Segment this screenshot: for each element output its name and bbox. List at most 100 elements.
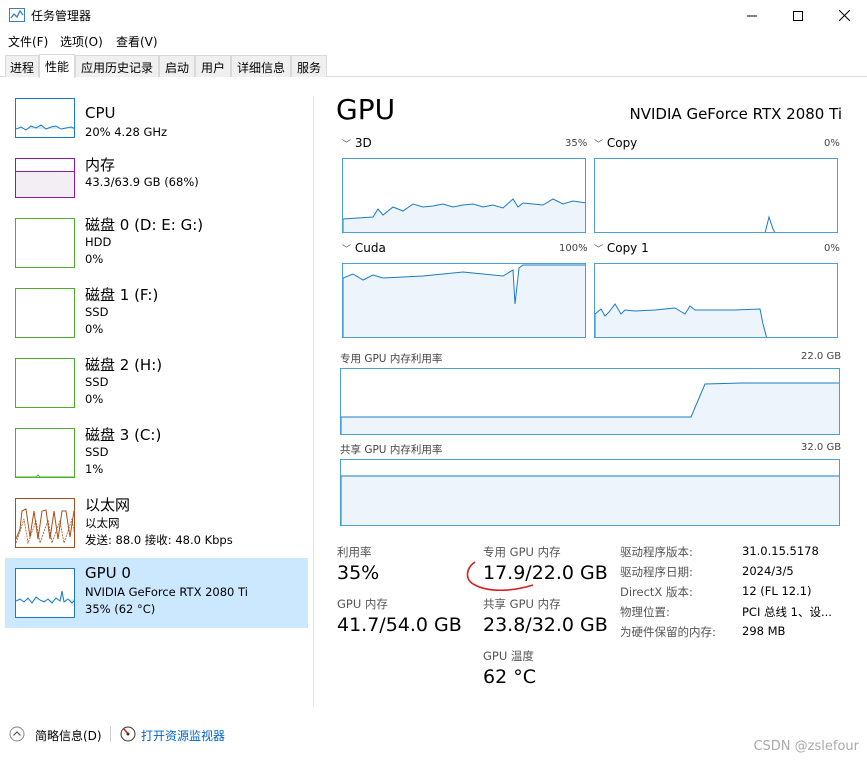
- sidebar-item-usage: 0%: [85, 252, 104, 266]
- tab-bar: 进程 性能 应用历史记录 启动 用户 详细信息 服务: [0, 54, 867, 78]
- title-bar: 任务管理器: [0, 0, 867, 31]
- sidebar-item-detail: SSD: [85, 445, 109, 459]
- gpu-temperature-label: GPU 温度: [483, 649, 534, 663]
- sidebar-item-name: 以太网: [85, 496, 131, 514]
- ethernet-thumbnail-graph: [15, 498, 75, 548]
- maximize-icon: [793, 10, 803, 21]
- tab-services[interactable]: 服务: [291, 55, 327, 77]
- engine-name: Copy 1: [606, 241, 649, 255]
- red-annotation-mark: [466, 561, 534, 592]
- close-icon: [838, 10, 850, 21]
- tab-app-history[interactable]: 应用历史记录: [75, 55, 159, 77]
- engine-name: Cuda: [354, 241, 386, 255]
- engine-copy-selector[interactable]: ﹀ Copy: [594, 136, 637, 150]
- engine-3d-selector[interactable]: ﹀ 3D: [342, 136, 372, 150]
- sidebar-item-name: GPU 0: [85, 564, 131, 582]
- footer-divider: [110, 726, 111, 742]
- dedicated-memory-max: 22.0 GB: [801, 351, 842, 362]
- sidebar-item-usage: 0%: [85, 322, 104, 336]
- prop-label: 物理位置:: [620, 605, 670, 619]
- tab-users[interactable]: 用户: [195, 55, 231, 77]
- directx-version-value: 12 (FL 12.1): [742, 584, 812, 598]
- shared-memory-stat-value: 23.8/32.0 GB: [483, 614, 608, 636]
- page-title: GPU: [336, 93, 396, 126]
- sidebar-item-name: 磁盘 1 (F:): [85, 286, 159, 304]
- prop-label: 驱动程序版本:: [620, 545, 693, 559]
- sidebar-item-gpu-0[interactable]: GPU 0 NVIDIA GeForce RTX 2080 Ti 35% (62…: [5, 558, 308, 628]
- close-button[interactable]: [821, 0, 867, 31]
- minimize-icon: [747, 15, 757, 16]
- gpu-memory-label: GPU 内存: [337, 597, 388, 611]
- engine-cuda-selector[interactable]: ﹀ Cuda: [342, 241, 386, 255]
- open-resource-monitor-link[interactable]: 打开资源监视器: [141, 727, 225, 744]
- tab-processes[interactable]: 进程: [5, 55, 39, 77]
- memory-thumbnail-graph: [15, 158, 75, 198]
- dedicated-memory-graph: [340, 368, 840, 435]
- engine-max-label: 35%: [565, 138, 588, 149]
- sidebar-item-name: 磁盘 2 (H:): [85, 356, 163, 374]
- menu-view[interactable]: 查看(V): [116, 33, 158, 50]
- sidebar-item-detail: HDD: [85, 235, 112, 249]
- sidebar-item-ethernet[interactable]: 以太网 以太网 发送: 88.0 接收: 48.0 Kbps: [5, 488, 308, 558]
- shared-memory-label: 共享 GPU 内存利用率: [340, 444, 443, 456]
- chevron-up-icon[interactable]: [9, 726, 25, 742]
- csdn-watermark: CSDN @zslefour: [753, 739, 859, 754]
- utilization-value: 35%: [337, 562, 380, 584]
- gpu-thumbnail-graph: [15, 568, 75, 618]
- maximize-button[interactable]: [775, 0, 821, 31]
- shared-memory-stat-label: 共享 GPU 内存: [483, 597, 561, 611]
- gpu-model-name: NVIDIA GeForce RTX 2080 Ti: [629, 105, 842, 123]
- physical-location-value: PCI 总线 1、设...: [742, 605, 832, 619]
- engine-copy1-selector[interactable]: ﹀ Copy 1: [594, 241, 649, 255]
- menu-options[interactable]: 选项(O): [60, 33, 103, 50]
- tab-details[interactable]: 详细信息: [231, 55, 291, 77]
- chevron-down-icon: ﹀: [342, 245, 352, 255]
- sidebar-item-detail: 20% 4.28 GHz: [85, 125, 168, 139]
- engine-name: Copy: [606, 136, 638, 150]
- engine-copy-graph: [594, 158, 838, 233]
- tab-performance[interactable]: 性能: [39, 54, 75, 78]
- resource-sidebar: CPU 20% 4.28 GHz 内存 43.3/63.9 GB (68%) 磁…: [0, 78, 313, 708]
- fewer-details-button[interactable]: 简略信息(D): [35, 727, 102, 744]
- sidebar-item-throughput: 发送: 88.0 接收: 48.0 Kbps: [85, 533, 233, 547]
- menu-bar: 文件(F) 选项(O) 查看(V): [0, 31, 867, 51]
- prop-label: 为硬件保留的内存:: [620, 625, 716, 639]
- sidebar-divider: [313, 96, 314, 706]
- shared-memory-graph: [340, 459, 840, 526]
- sidebar-item-detail: 以太网: [85, 516, 120, 530]
- tab-startup[interactable]: 启动: [159, 55, 195, 77]
- engine-name: 3D: [354, 136, 372, 150]
- engine-max-label: 100%: [559, 243, 588, 254]
- prop-label: 驱动程序日期:: [620, 565, 693, 579]
- sidebar-item-usage: 1%: [85, 462, 104, 476]
- sidebar-item-name: 内存: [85, 156, 116, 174]
- driver-version-value: 31.0.15.5178: [742, 544, 819, 558]
- sidebar-item-disk-1[interactable]: 磁盘 1 (F:) SSD 0%: [5, 278, 308, 348]
- prop-label: DirectX 版本:: [620, 585, 693, 599]
- sidebar-item-detail: 43.3/63.9 GB (68%): [85, 175, 199, 189]
- sidebar-item-disk-2[interactable]: 磁盘 2 (H:) SSD 0%: [5, 348, 308, 418]
- menu-file[interactable]: 文件(F): [8, 33, 48, 50]
- engine-copy1-graph: [594, 263, 838, 338]
- sidebar-item-usage: 35% (62 °C): [85, 602, 156, 616]
- disk-thumbnail-graph: [15, 288, 75, 338]
- disk-thumbnail-graph: [15, 428, 75, 478]
- gpu-detail-panel: GPU NVIDIA GeForce RTX 2080 Ti ﹀ 3D 35% …: [325, 78, 867, 708]
- engine-3d-graph: [342, 158, 586, 233]
- window-title: 任务管理器: [31, 9, 92, 23]
- disk-thumbnail-graph: [15, 218, 75, 268]
- sidebar-item-usage: 0%: [85, 392, 104, 406]
- footer-bar: 简略信息(D) 打开资源监视器: [0, 708, 867, 760]
- sidebar-item-disk-0[interactable]: 磁盘 0 (D: E: G:) HDD 0%: [5, 208, 308, 278]
- utilization-label: 利用率: [337, 545, 372, 559]
- sidebar-item-detail: SSD: [85, 305, 109, 319]
- reserved-memory-value: 298 MB: [742, 624, 786, 638]
- cpu-thumbnail-graph: [15, 98, 75, 138]
- engine-cuda-graph: [342, 263, 586, 338]
- sidebar-item-name: CPU: [85, 104, 116, 122]
- minimize-button[interactable]: [729, 0, 775, 31]
- sidebar-item-disk-3[interactable]: 磁盘 3 (C:) SSD 1%: [5, 418, 308, 488]
- task-manager-window: 任务管理器 文件(F) 选项(O) 查看(V) 进程 性能 应用历史记录 启动 …: [0, 0, 867, 760]
- chevron-down-icon: ﹀: [342, 140, 352, 150]
- engine-max-label: 0%: [824, 243, 840, 254]
